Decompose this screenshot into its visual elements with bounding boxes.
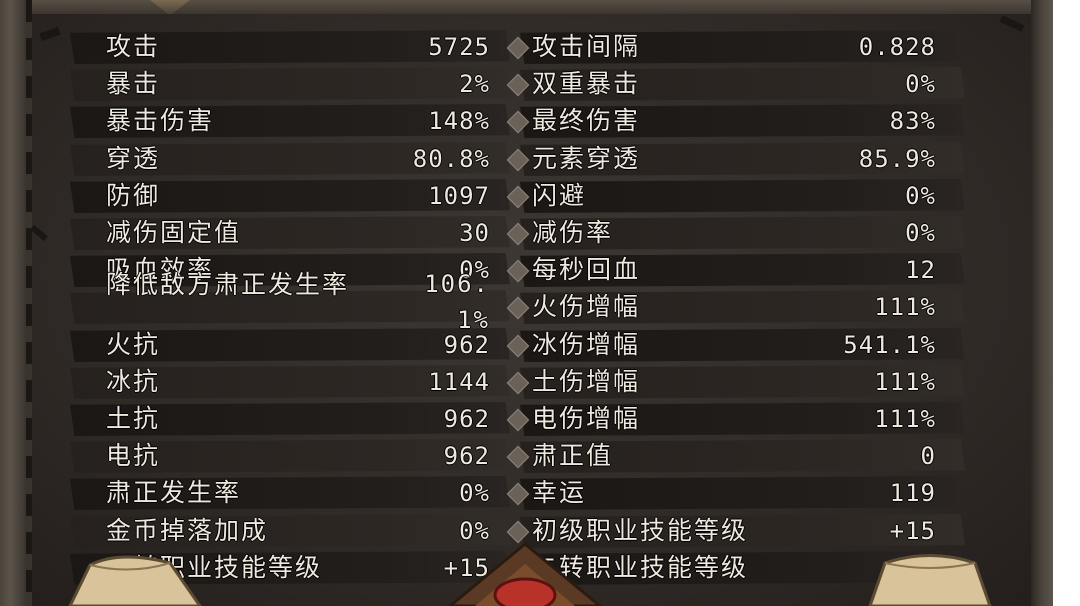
stat-label: 减伤率 bbox=[532, 218, 614, 247]
stat-label: 土抗 bbox=[106, 404, 161, 433]
stat-value: 962 bbox=[443, 405, 490, 433]
stat-label: 肃正发生率 bbox=[106, 478, 242, 507]
stone-crack bbox=[999, 15, 1025, 32]
stone-crack bbox=[39, 26, 61, 42]
stat-label: 最终伤害 bbox=[532, 106, 641, 135]
right-book-decoration bbox=[868, 554, 992, 606]
stat-label: 肃正值 bbox=[532, 441, 614, 470]
stat-label: 每秒回血 bbox=[532, 255, 641, 284]
stat-value: 0.828 bbox=[858, 33, 936, 61]
stat-value: 111% bbox=[874, 405, 936, 433]
stat-label: 幸运 bbox=[532, 478, 587, 507]
stat-label-reduce-enemy-suppression: 降低敌方肃正发生率 bbox=[106, 270, 350, 299]
stat-value: 1097 bbox=[428, 182, 490, 210]
stat-value: 2% bbox=[459, 70, 490, 98]
stat-label: 暴击 bbox=[106, 69, 161, 98]
stone-crack bbox=[30, 224, 48, 242]
panel-right-frame bbox=[1031, 0, 1053, 606]
stat-label: 减伤固定值 bbox=[106, 218, 242, 247]
stat-value: 111% bbox=[874, 368, 936, 396]
stat-value: 119 bbox=[889, 479, 936, 507]
stat-label: 暴击伤害 bbox=[106, 106, 215, 135]
stat-value: 0% bbox=[905, 219, 936, 247]
stat-value: 0 bbox=[920, 442, 936, 470]
stat-label: 攻击间隔 bbox=[532, 32, 641, 61]
stat-label: 元素穿透 bbox=[532, 144, 641, 173]
stat-value: 85.9% bbox=[858, 145, 936, 173]
panel-left-frame bbox=[0, 0, 32, 606]
stat-label: 冰抗 bbox=[106, 367, 161, 396]
center-emblem-decoration bbox=[447, 542, 603, 606]
stat-label: 双重暴击 bbox=[532, 69, 641, 98]
left-book-decoration bbox=[68, 555, 202, 606]
stat-label: 闪避 bbox=[532, 181, 587, 210]
stat-value: 0% bbox=[905, 182, 936, 210]
stat-value: 80.8% bbox=[412, 145, 490, 173]
stat-value: 5725 bbox=[428, 33, 490, 61]
stats-panel: 攻击 5725 攻击间隔 0.828 暴击 2% 双重暴击 0% 暴击伤害 148% 最终伤害 83%… bbox=[0, 0, 1053, 606]
stat-label: 防御 bbox=[106, 181, 161, 210]
stat-label: 穿透 bbox=[106, 144, 161, 173]
stat-value: 12 bbox=[905, 256, 936, 284]
stat-label: 冰伤增幅 bbox=[532, 330, 641, 359]
stat-label: 火抗 bbox=[106, 330, 161, 359]
stat-value: 962 bbox=[443, 442, 490, 470]
stat-label: 电伤增幅 bbox=[532, 404, 641, 433]
stat-value: 1144 bbox=[428, 368, 490, 396]
stat-label: 电抗 bbox=[106, 441, 161, 470]
stat-label: 攻击 bbox=[106, 32, 161, 61]
stat-value: 111% bbox=[874, 293, 936, 321]
stat-value: 30 bbox=[459, 219, 490, 247]
stat-value: 541.1% bbox=[843, 331, 936, 359]
stat-value: 148% bbox=[428, 107, 490, 135]
stat-label: 土伤增幅 bbox=[532, 367, 641, 396]
stat-value-reduce-enemy-suppression: 106.1% bbox=[424, 270, 490, 334]
panel-top-frame bbox=[0, 0, 1053, 14]
stat-value: 0% bbox=[459, 479, 490, 507]
stat-value: 83% bbox=[889, 107, 936, 135]
stat-value: 0% bbox=[905, 70, 936, 98]
stat-value: +15 bbox=[889, 517, 936, 545]
stat-label: 金币掉落加成 bbox=[106, 516, 269, 545]
stat-label: 火伤增幅 bbox=[532, 292, 641, 321]
